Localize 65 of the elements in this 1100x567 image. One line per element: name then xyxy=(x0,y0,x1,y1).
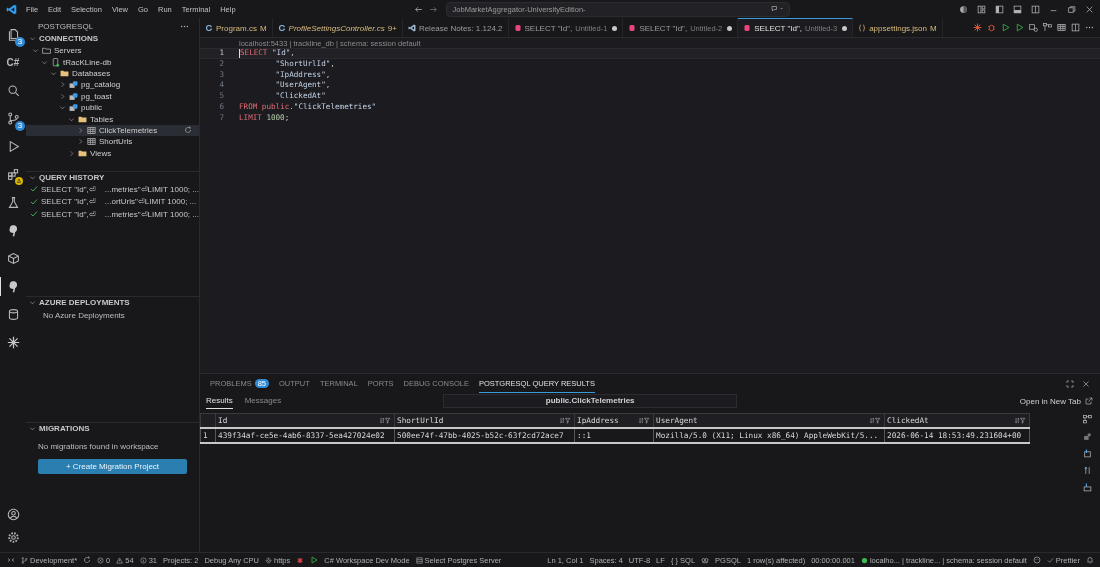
tree-item[interactable]: Tables xyxy=(26,113,199,125)
tab-title: ProfileSettingsController.cs xyxy=(288,23,385,33)
tree-label: public xyxy=(81,103,102,113)
tree-label: pg_catalog xyxy=(81,80,121,90)
query-tail: ...metries"⏎LIMIT 1000; ... xyxy=(104,209,199,219)
tree-item[interactable]: Views xyxy=(26,147,199,159)
tree-label: ClickTelemetries xyxy=(99,125,158,135)
tree-item[interactable]: public xyxy=(26,101,199,114)
csharp-label: C# xyxy=(6,57,20,68)
empty-message: No migrations found in workspace xyxy=(37,441,160,451)
tab-title: Program.cs xyxy=(216,23,257,33)
sidebar-title: POSTGRESQL xyxy=(38,22,94,31)
query-text: SELECT "Id",⏎ xyxy=(41,197,96,207)
tree-label: ShortUrls xyxy=(99,137,133,147)
section-header[interactable]: MIGRATIONS xyxy=(26,423,199,434)
tree-item[interactable]: Servers xyxy=(26,45,199,57)
editor-tab[interactable]: appsettings.json M xyxy=(853,18,943,37)
file-status: M xyxy=(930,23,937,33)
section-header[interactable]: QUERY HISTORY xyxy=(26,172,199,183)
tree-label: tRacKLine-db xyxy=(63,57,112,67)
tree-label: pg_toast xyxy=(81,91,112,101)
results-tab[interactable]: Messages xyxy=(244,393,282,409)
tab-title: SELECT "Id", xyxy=(754,23,803,33)
tab-title: Release Notes: 1.124.2 xyxy=(418,23,503,33)
tab-title: SELECT "Id", xyxy=(524,23,573,33)
query-tail: ...ortUrls"⏎LIMIT 1000; ... xyxy=(104,197,197,207)
table-name-field: public.ClickTelemetries xyxy=(443,394,738,408)
tree-item[interactable]: ClickTelemetries xyxy=(26,124,199,137)
editor-tab[interactable]: Program.cs M xyxy=(200,18,273,37)
query-text: SELECT "Id",⏎ xyxy=(41,209,96,219)
section-title: MIGRATIONS xyxy=(39,424,90,433)
section-header[interactable]: AZURE DEPLOYMENTS xyxy=(26,297,199,308)
editor-tab[interactable]: Release Notes: 1.124.2 xyxy=(402,18,509,37)
activity-item[interactable]: 3 xyxy=(0,109,26,128)
section-header[interactable]: CONNECTIONS xyxy=(26,33,199,44)
empty-message: No Azure Deployments xyxy=(42,310,126,320)
file-status: M xyxy=(259,23,267,33)
count-badge: 3 xyxy=(15,121,25,131)
editor-tab[interactable]: ProfileSettingsController.cs 9+ xyxy=(272,18,403,37)
query-text: SELECT "Id",⏎ xyxy=(41,184,96,194)
create-migration-button[interactable]: + Create Migration Project xyxy=(38,459,187,474)
tree-item[interactable]: pg_toast xyxy=(26,90,199,102)
tab-title: SELECT "Id", xyxy=(639,23,688,33)
tree-label: Databases xyxy=(72,68,111,78)
tree-label: Tables xyxy=(90,114,114,124)
history-item[interactable]: SELECT "Id",⏎ ...metries"⏎LIMIT 1000; ... xyxy=(26,208,199,221)
tree-item[interactable]: Databases xyxy=(26,67,199,80)
open-in-new-tab-link[interactable]: Open in New Tab xyxy=(1019,396,1093,406)
file-status: 9+ xyxy=(387,23,397,33)
section-title: AZURE DEPLOYMENTS xyxy=(39,298,130,307)
activity-item[interactable]: 3 xyxy=(0,25,26,44)
history-item[interactable]: SELECT "Id",⏎ ...metries"⏎LIMIT 1000; ... xyxy=(26,183,199,196)
section-title: QUERY HISTORY xyxy=(39,173,105,182)
tree-label: Servers xyxy=(54,46,82,56)
tab-title: appsettings.json xyxy=(869,23,927,33)
section-title: CONNECTIONS xyxy=(39,34,99,43)
activity-item[interactable]: C# xyxy=(0,53,26,72)
tree-label: Views xyxy=(90,148,112,158)
results-tab[interactable]: Results xyxy=(206,393,233,409)
count-badge: 3 xyxy=(15,37,25,47)
tree-item[interactable]: tRacKLine-db xyxy=(26,56,199,68)
tree-item[interactable]: ShortUrls xyxy=(26,136,199,148)
tree-item[interactable]: pg_catalog xyxy=(26,79,199,91)
history-item[interactable]: SELECT "Id",⏎ ...ortUrls"⏎LIMIT 1000; ... xyxy=(26,195,199,208)
query-tail: ...metries"⏎LIMIT 1000; ... xyxy=(104,184,199,194)
